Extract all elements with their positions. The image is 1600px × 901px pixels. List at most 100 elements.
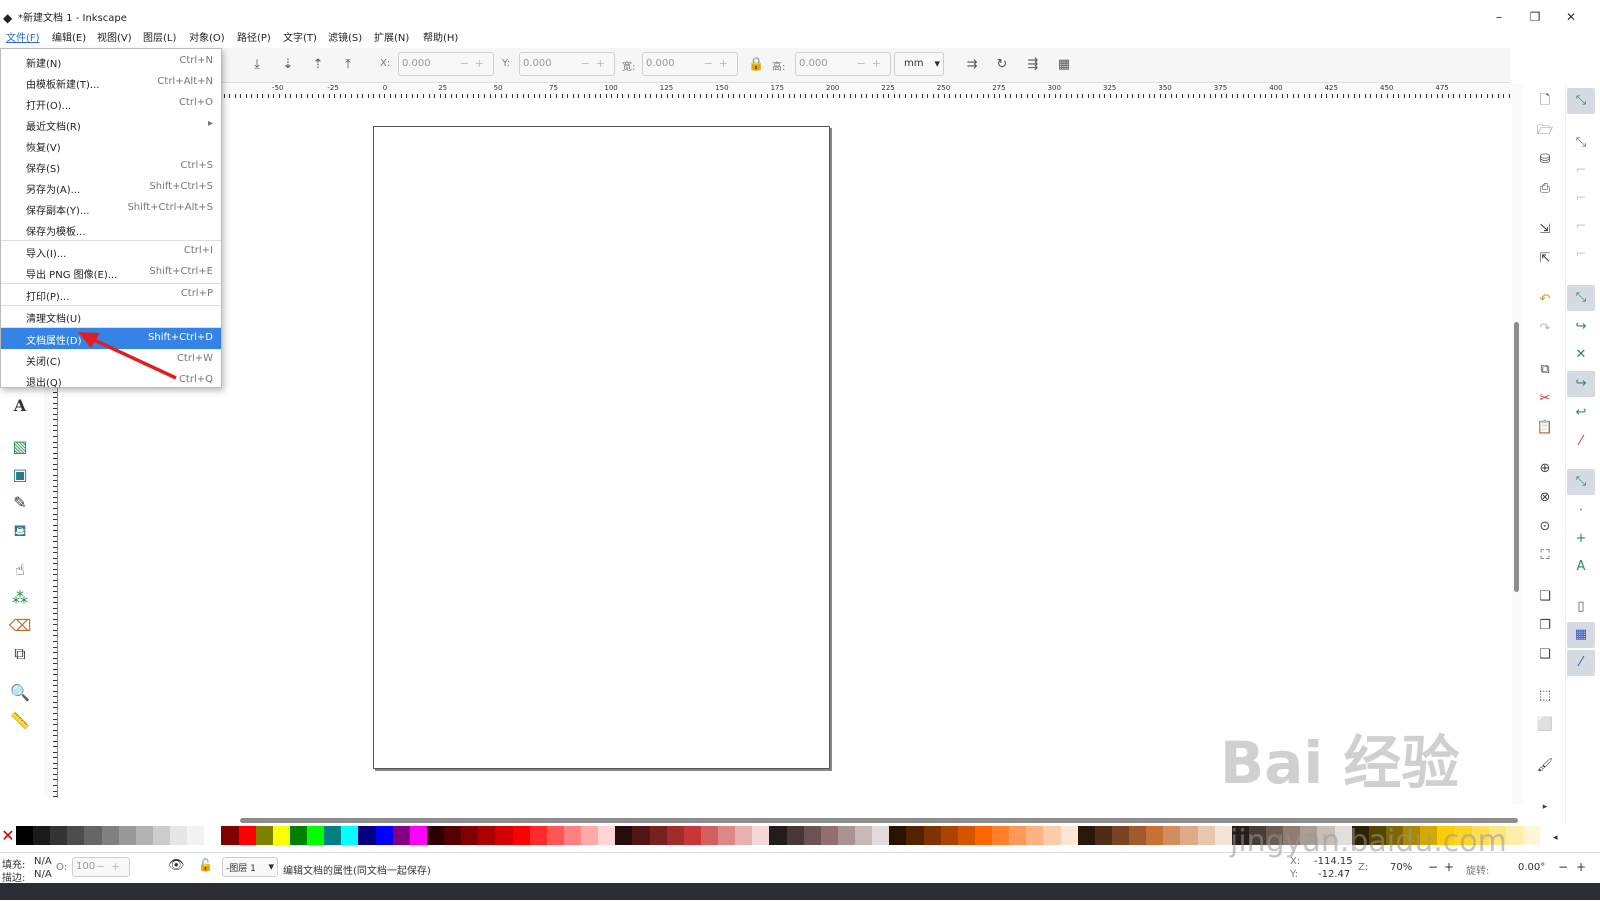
color-swatch[interactable]: [392, 826, 411, 845]
color-swatch[interactable]: [16, 826, 34, 845]
color-swatch[interactable]: [307, 826, 325, 845]
rotate-minus-button[interactable]: −: [1558, 860, 1568, 874]
ungroup-icon[interactable]: ⬜: [1534, 714, 1556, 736]
snap-grids-icon[interactable]: ▦: [1567, 622, 1595, 648]
snap-bbox-centers-icon[interactable]: ⌐: [1567, 242, 1595, 268]
maximize-button[interactable]: ❐: [1520, 8, 1550, 26]
color-swatch[interactable]: [255, 826, 274, 845]
menu-edit[interactable]: 编辑(E): [50, 30, 88, 48]
gradient-tool-icon[interactable]: ▧: [8, 435, 32, 459]
snap-nodes-icon[interactable]: ⤡: [1567, 285, 1595, 311]
color-swatch[interactable]: [1129, 826, 1147, 845]
menu-view[interactable]: 视图(V): [95, 30, 134, 48]
group-icon[interactable]: ⬚: [1534, 685, 1556, 707]
color-swatch[interactable]: [683, 826, 702, 845]
layer-select[interactable]: -图层 1 ▾: [222, 857, 278, 877]
transform-patterns-icon[interactable]: ▦: [1056, 57, 1072, 73]
paste-icon[interactable]: 📋: [1534, 417, 1556, 439]
color-swatch[interactable]: [221, 826, 240, 845]
color-swatch[interactable]: [512, 826, 531, 845]
lower-to-bottom-icon[interactable]: ⤓: [249, 57, 265, 73]
snap-enable-icon[interactable]: ⤡: [1567, 88, 1595, 114]
snap-object-centers-icon[interactable]: ⋅: [1567, 498, 1595, 524]
width-input[interactable]: 0.000 −+: [642, 52, 738, 76]
color-swatch[interactable]: [1026, 826, 1044, 845]
color-swatch[interactable]: [666, 826, 685, 845]
color-swatch[interactable]: [272, 826, 291, 845]
snap-text-baseline-icon[interactable]: A: [1567, 554, 1595, 580]
export-icon[interactable]: ⇱: [1534, 248, 1556, 270]
zoom-selection-icon[interactable]: ⊕: [1534, 458, 1556, 480]
file-menu-item[interactable]: 由模板新建(T)... Ctrl+Alt+N: [1, 72, 221, 93]
file-menu-item[interactable]: 保存为模板...: [1, 219, 221, 240]
color-swatch[interactable]: [289, 826, 308, 845]
color-swatch[interactable]: [375, 826, 394, 845]
color-swatch[interactable]: [204, 826, 222, 845]
transform-gradients-icon[interactable]: ⇶: [1025, 57, 1041, 73]
color-swatch[interactable]: [495, 826, 514, 845]
color-swatch[interactable]: [1197, 826, 1216, 845]
color-swatch[interactable]: [529, 826, 548, 845]
close-button[interactable]: ✕: [1556, 8, 1586, 26]
clone-icon[interactable]: ❐: [1534, 615, 1556, 637]
snap-intersections-icon[interactable]: ✕: [1567, 342, 1595, 368]
unlink-clone-icon[interactable]: ❑: [1534, 644, 1556, 666]
color-swatch[interactable]: [101, 826, 120, 845]
color-swatch[interactable]: [581, 826, 599, 845]
snap-bbox-midpoints-icon[interactable]: ⌐: [1567, 214, 1595, 240]
snap-page-border-icon[interactable]: ▯: [1567, 594, 1595, 620]
file-menu-item[interactable]: 新建(N) Ctrl+N: [1, 51, 221, 72]
eraser-tool-icon[interactable]: ⌫: [8, 614, 32, 638]
color-swatch[interactable]: [889, 826, 907, 845]
measure-tool-icon[interactable]: 📏: [8, 709, 32, 733]
color-swatch[interactable]: [649, 826, 668, 845]
snap-bbox-edges-icon[interactable]: ⌐: [1567, 158, 1595, 184]
color-swatch[interactable]: [735, 826, 753, 845]
color-swatch[interactable]: [992, 826, 1010, 845]
color-swatch[interactable]: [786, 826, 805, 845]
color-swatch[interactable]: [135, 826, 154, 845]
menu-help[interactable]: 帮助(H): [421, 30, 460, 48]
file-menu-item[interactable]: 另存为(A)... Shift+Ctrl+S: [1, 177, 221, 198]
color-swatch[interactable]: [409, 826, 428, 845]
menu-path[interactable]: 路径(P): [235, 30, 273, 48]
color-swatch[interactable]: [974, 826, 993, 845]
color-swatch[interactable]: [872, 826, 890, 845]
fill-indicator[interactable]: N/A: [34, 856, 52, 867]
file-menu-item[interactable]: 导入(I)... Ctrl+I: [1, 241, 221, 262]
color-swatch[interactable]: [461, 826, 479, 845]
color-swatch[interactable]: [67, 826, 85, 845]
menu-object[interactable]: 对象(O): [187, 30, 227, 48]
file-menu-item[interactable]: 退出(Q) Ctrl+Q: [1, 370, 221, 391]
snap-cusp-nodes-icon[interactable]: ↪: [1567, 371, 1595, 397]
x-input[interactable]: 0.000 −+: [398, 52, 494, 76]
color-swatch[interactable]: [957, 826, 976, 845]
color-swatch[interactable]: [1522, 826, 1541, 845]
file-menu-item[interactable]: 关闭(C) Ctrl+W: [1, 349, 221, 370]
color-swatch[interactable]: [855, 826, 873, 845]
scale-stroke-icon[interactable]: ⇉: [964, 57, 980, 73]
redo-icon[interactable]: ↷: [1534, 318, 1556, 340]
paint-bucket-tool-icon[interactable]: ⛾: [8, 519, 32, 543]
opacity-input[interactable]: 100 −+: [72, 857, 130, 877]
raise-icon[interactable]: ⇡: [310, 57, 326, 73]
color-swatch[interactable]: [1146, 826, 1164, 845]
file-menu-item[interactable]: 保存(S) Ctrl+S: [1, 156, 221, 177]
file-menu-item[interactable]: 恢复(V): [1, 135, 221, 156]
fill-stroke-icon[interactable]: 🖌: [1534, 755, 1556, 777]
color-swatch[interactable]: [803, 826, 822, 845]
snap-others-icon[interactable]: ⤡: [1567, 469, 1595, 495]
color-swatch[interactable]: [820, 826, 839, 845]
print-icon[interactable]: ⎙: [1534, 178, 1556, 200]
snap-smooth-nodes-icon[interactable]: ↩: [1567, 400, 1595, 426]
file-menu-item[interactable]: 打印(P)... Ctrl+P: [1, 284, 221, 305]
color-swatch[interactable]: [1009, 826, 1027, 845]
color-swatch[interactable]: [837, 826, 856, 845]
connector-tool-icon[interactable]: ⧉: [8, 642, 32, 666]
color-swatch[interactable]: [769, 826, 788, 845]
lower-icon[interactable]: ⇣: [280, 57, 296, 73]
file-menu-item[interactable]: 打开(O)... Ctrl+O: [1, 93, 221, 114]
color-swatch[interactable]: [84, 826, 103, 845]
rotate-plus-button[interactable]: +: [1576, 860, 1586, 874]
lock-icon[interactable]: 🔒: [748, 57, 764, 73]
